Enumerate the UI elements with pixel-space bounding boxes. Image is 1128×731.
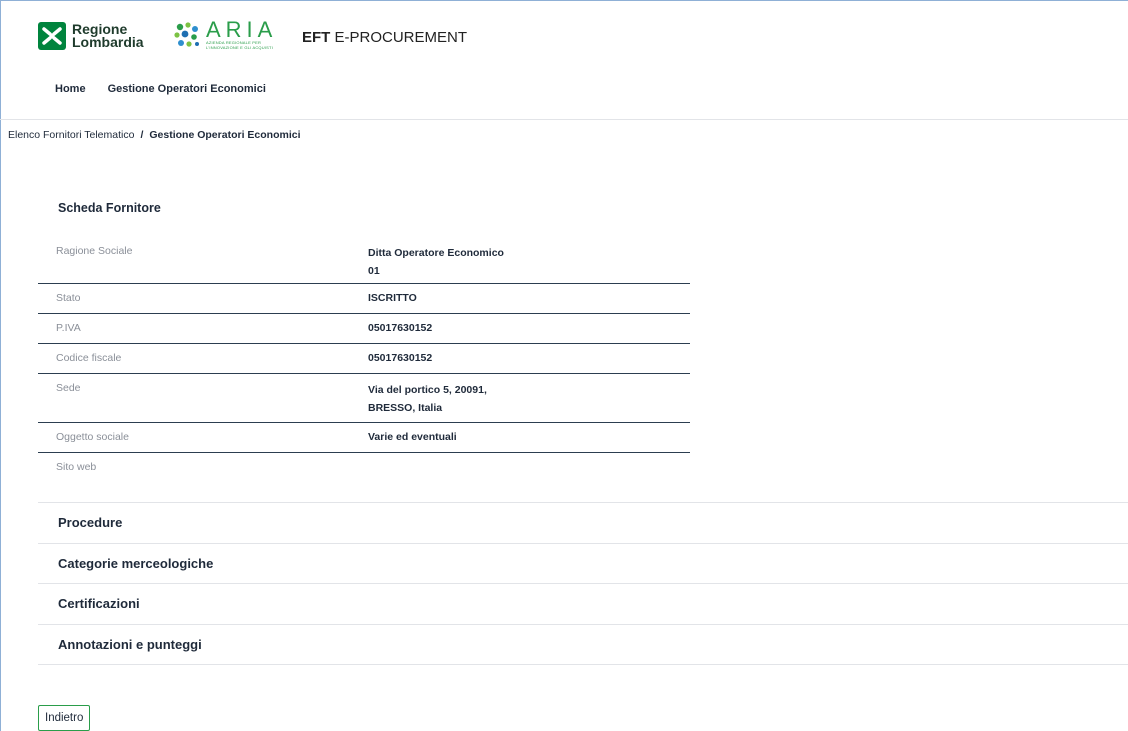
breadcrumb-separator: / [140, 129, 144, 141]
regione-lombardia-wordmark: Regione Lombardia [72, 22, 144, 50]
detail-value-line2: 01 [368, 265, 380, 277]
detail-value: Via del portico 5, 20091, BRESSO, Italia [368, 381, 528, 416]
accordion-sections: Procedure Categorie merceologiche Certif… [38, 502, 1128, 665]
aria-logo[interactable]: ARIA AZIENDA REGIONALE PER L'INNOVAZIONE… [172, 17, 278, 51]
app-title-bold: EFT [302, 29, 331, 46]
detail-value-line1: Ditta Operatore Economico [368, 247, 504, 259]
breadcrumb-item-current: Gestione Operatori Economici [149, 129, 301, 141]
detail-value: Ditta Operatore Economico 01 [368, 244, 528, 277]
main-nav: Home Gestione Operatori Economici [55, 83, 266, 95]
detail-value [368, 460, 528, 477]
section-procedure[interactable]: Procedure [38, 503, 1128, 544]
app-title-rest: E-PROCUREMENT [330, 29, 468, 46]
detail-value-line1: Via del portico 5, 20091, [368, 384, 487, 396]
detail-label: Stato [56, 292, 81, 304]
scheda-fornitore-title: Scheda Fornitore [58, 201, 161, 215]
detail-value-line2: BRESSO, Italia [368, 402, 443, 414]
detail-value: 05017630152 [368, 322, 433, 334]
aria-subtitle-line2: L'INNOVAZIONE E GLI ACQUISTI [206, 45, 273, 50]
regione-lombardia-emblem-icon [38, 22, 66, 50]
detail-label: Codice fiscale [56, 352, 122, 364]
nav-item-home[interactable]: Home [55, 83, 86, 95]
detail-row-stato: Stato ISCRITTO [38, 284, 690, 314]
section-annotazioni-punteggi[interactable]: Annotazioni e punteggi [38, 625, 1128, 665]
region-logo-line2: Lombardia [72, 34, 144, 50]
detail-label: Sede [56, 382, 81, 394]
detail-label: Oggetto sociale [56, 431, 129, 443]
section-categorie-merceologiche[interactable]: Categorie merceologiche [38, 544, 1128, 584]
breadcrumb-item-elenco-fornitori[interactable]: Elenco Fornitori Telematico [8, 129, 134, 141]
detail-label: Sito web [56, 461, 97, 473]
supplier-details-table: Ragione Sociale Ditta Operatore Economic… [38, 237, 690, 483]
detail-row-piva: P.IVA 05017630152 [38, 314, 690, 344]
breadcrumb: Elenco Fornitori Telematico / Gestione Ope… [8, 129, 301, 141]
detail-row-sito-web: Sito web [38, 453, 690, 483]
page-header: Regione Lombardia ARIA AZIENDA REGIONALE… [0, 0, 1128, 120]
detail-row-oggetto-sociale: Oggetto sociale Varie ed eventuali [38, 423, 690, 453]
detail-value: 05017630152 [368, 352, 433, 364]
detail-row-codice-fiscale: Codice fiscale 05017630152 [38, 344, 690, 374]
detail-row-sede: Sede Via del portico 5, 20091, BRESSO, I… [38, 374, 690, 423]
aria-wordmark: ARIA AZIENDA REGIONALE PER L'INNOVAZIONE… [206, 17, 278, 51]
app-title: EFT E-PROCUREMENT [302, 29, 467, 46]
detail-label: P.IVA [56, 322, 81, 334]
detail-value: Varie ed eventuali [368, 431, 457, 443]
regione-lombardia-logo[interactable]: Regione Lombardia [38, 22, 144, 50]
aria-letters: ARIA [206, 17, 278, 42]
detail-label: Ragione Sociale [56, 245, 133, 257]
back-button[interactable]: Indietro [38, 705, 91, 731]
section-certificazioni[interactable]: Certificazioni [38, 584, 1128, 625]
detail-value: ISCRITTO [368, 292, 417, 304]
nav-item-gestione-operatori[interactable]: Gestione Operatori Economici [108, 83, 266, 95]
aria-dots-icon [172, 20, 202, 50]
detail-row-ragione-sociale: Ragione Sociale Ditta Operatore Economic… [38, 237, 690, 284]
